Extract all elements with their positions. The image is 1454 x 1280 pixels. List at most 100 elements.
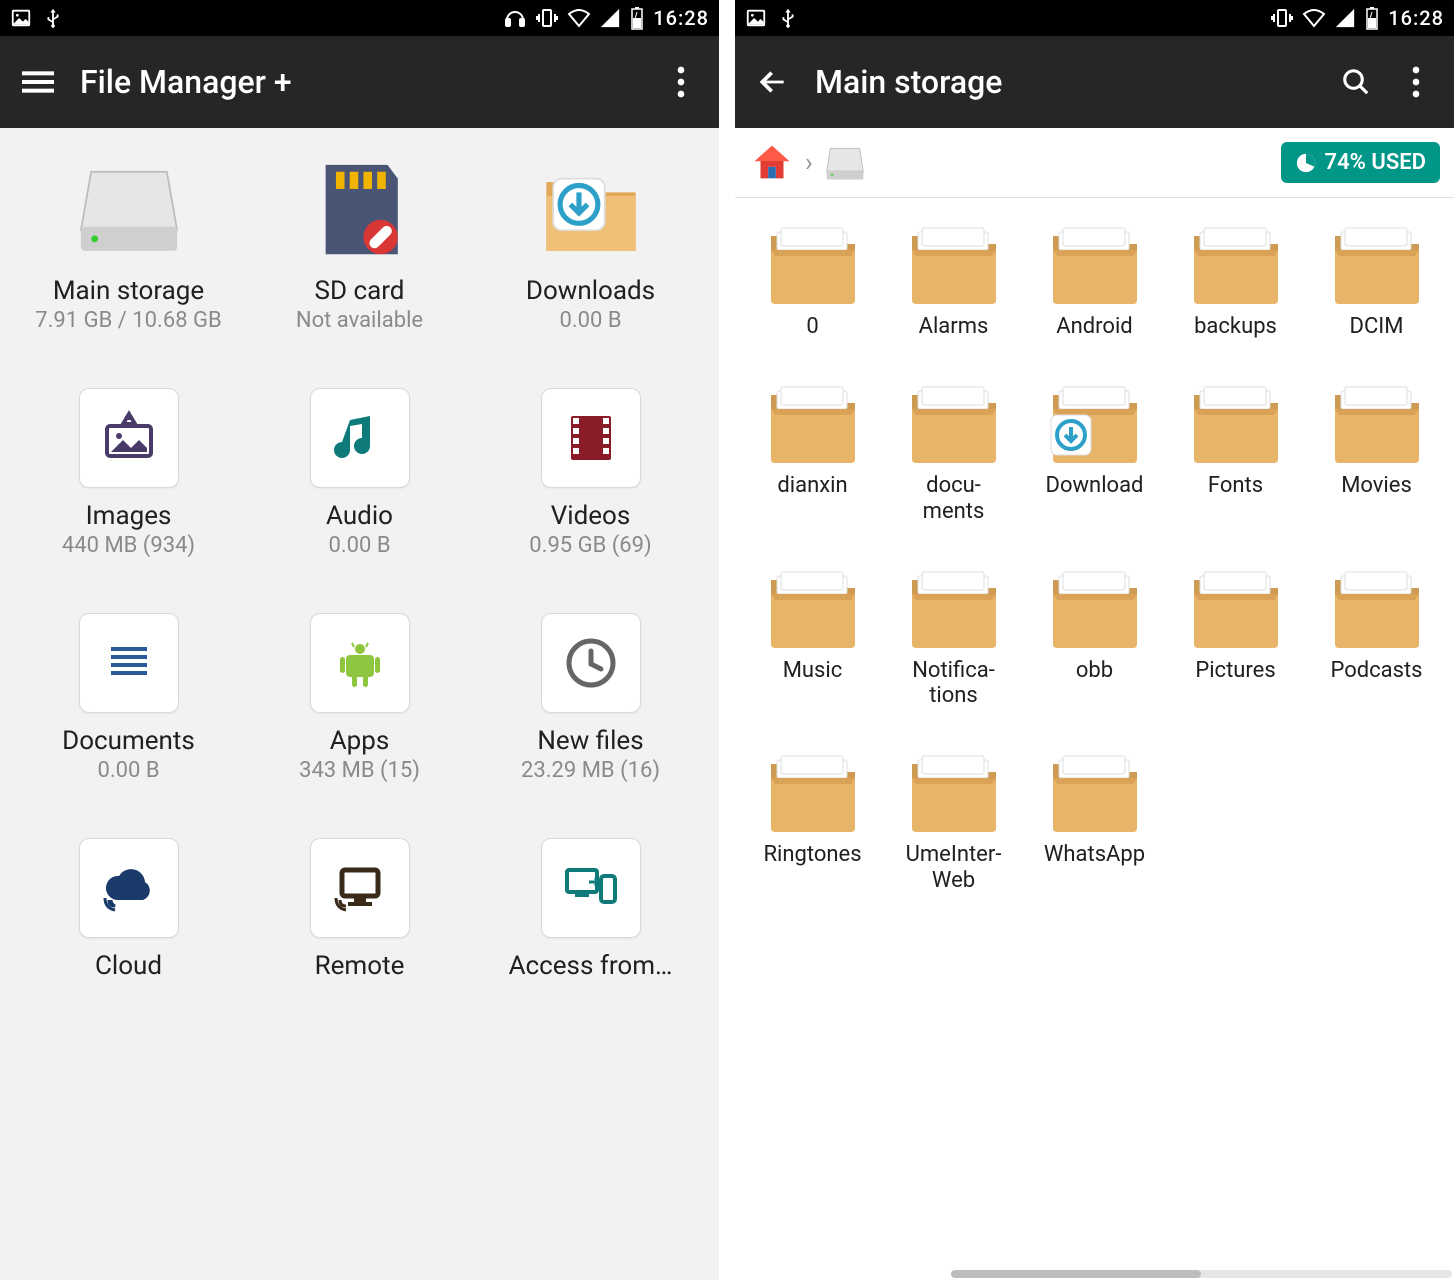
folder-icon [904, 218, 1004, 308]
tile-download-folder[interactable]: Downloads0.00 B [480, 158, 701, 333]
tile-label: Documents [62, 726, 195, 756]
tile-images[interactable]: Images440 MB (934) [18, 383, 239, 558]
status-bar: 16:28 [0, 0, 719, 36]
usb-icon [42, 7, 64, 29]
folder-item[interactable]: DCIM [1309, 218, 1444, 339]
back-icon[interactable] [755, 64, 791, 100]
drive-icon [74, 158, 184, 268]
usage-text: 74% USED [1325, 150, 1426, 175]
vibrate-icon [535, 6, 559, 30]
folder-item[interactable]: docu­ments [886, 377, 1021, 524]
home-icon[interactable] [749, 140, 795, 186]
tile-label: Downloads [526, 276, 655, 306]
tile-apps[interactable]: Apps343 MB (15) [249, 608, 470, 783]
signal-icon [1334, 7, 1356, 29]
wifi-icon [567, 6, 591, 30]
app-bar: Main storage [735, 36, 1454, 128]
tile-label: New files [537, 726, 643, 756]
status-time: 16:28 [1388, 6, 1444, 30]
folder-item[interactable]: WhatsApp [1027, 746, 1162, 893]
drive-icon[interactable] [823, 141, 867, 185]
folder-item[interactable]: Podcasts [1309, 562, 1444, 709]
tile-subtitle: 343 MB (15) [299, 758, 420, 783]
folder-item[interactable]: Download [1027, 377, 1162, 524]
folder-item[interactable]: Movies [1309, 377, 1444, 524]
folder-label: 0 [806, 314, 818, 339]
folder-icon [1327, 562, 1427, 652]
folder-icon [1045, 562, 1145, 652]
tile-remote[interactable]: Remote [249, 833, 470, 981]
tile-sdcard[interactable]: SD cardNot available [249, 158, 470, 333]
remote-icon [328, 856, 392, 920]
status-bar: 16:28 [735, 0, 1454, 36]
folder-item[interactable]: Alarms [886, 218, 1021, 339]
folder-item[interactable]: 0 [745, 218, 880, 339]
tile-clock[interactable]: New files23.29 MB (16) [480, 608, 701, 783]
tile-documents[interactable]: Documents0.00 B [18, 608, 239, 783]
folder-label: Movies [1341, 473, 1412, 498]
tile-subtitle: 0.00 B [559, 308, 621, 333]
tile-drive[interactable]: Main storage7.91 GB / 10.68 GB [18, 158, 239, 333]
tile-label: Cloud [95, 951, 162, 981]
clock-icon [559, 631, 623, 695]
tile-subtitle: 7.91 GB / 10.68 GB [35, 308, 221, 333]
usb-icon [777, 7, 799, 29]
folder-item[interactable]: dianxin [745, 377, 880, 524]
screen-storage: 16:28 Main storage › 74% USED [727, 0, 1454, 1280]
app-title: Main storage [815, 63, 1314, 101]
tile-subtitle: 0.95 GB (69) [529, 533, 651, 558]
folder-icon [763, 562, 863, 652]
folder-icon [1045, 218, 1145, 308]
storage-content: 0 Alarms Android backups DCIM dianxin [735, 198, 1454, 1280]
folder-icon [904, 377, 1004, 467]
tile-label: Apps [330, 726, 390, 756]
cloud-icon [97, 856, 161, 920]
folder-icon [904, 562, 1004, 652]
tile-video[interactable]: Videos0.95 GB (69) [480, 383, 701, 558]
folder-icon [904, 746, 1004, 836]
breadcrumb: › 74% USED [735, 128, 1454, 198]
tile-access[interactable]: Access from… [480, 833, 701, 981]
tile-subtitle: Not available [296, 308, 423, 333]
folder-item[interactable]: Music [745, 562, 880, 709]
access-icon [559, 856, 623, 920]
folder-item[interactable]: obb [1027, 562, 1162, 709]
folder-item[interactable]: Android [1027, 218, 1162, 339]
more-menu-icon[interactable] [663, 64, 699, 100]
folder-item[interactable]: Notifica­tions [886, 562, 1021, 709]
folder-label: Notifica­tions [899, 658, 1009, 709]
battery-icon [629, 6, 645, 30]
folder-item[interactable]: UmeInter­Web [886, 746, 1021, 893]
folder-label: Pictures [1195, 658, 1275, 683]
screen-home: 16:28 File Manager + Main storage7.91 GB… [0, 0, 727, 1280]
folder-label: Download [1046, 473, 1144, 498]
folder-label: dianxin [777, 473, 847, 498]
folder-item[interactable]: Fonts [1168, 377, 1303, 524]
folder-label: UmeInter­Web [899, 842, 1009, 893]
tile-audio[interactable]: Audio0.00 B [249, 383, 470, 558]
search-icon[interactable] [1338, 64, 1374, 100]
tile-label: Videos [551, 501, 631, 531]
folder-icon [1186, 218, 1286, 308]
tile-label: Images [86, 501, 172, 531]
folder-item[interactable]: Pictures [1168, 562, 1303, 709]
scrollbar[interactable] [951, 1270, 1452, 1278]
folder-label: Fonts [1208, 473, 1263, 498]
folder-item[interactable]: backups [1168, 218, 1303, 339]
scrollbar-thumb[interactable] [951, 1270, 1202, 1278]
tile-label: Access from… [509, 951, 673, 981]
folder-label: obb [1076, 658, 1113, 683]
folder-item[interactable]: Ringtones [745, 746, 880, 893]
signal-icon [599, 7, 621, 29]
folder-label: Android [1056, 314, 1132, 339]
hamburger-menu-icon[interactable] [20, 64, 56, 100]
app-title: File Manager + [80, 63, 639, 101]
tile-cloud[interactable]: Cloud [18, 833, 239, 981]
images-icon [97, 406, 161, 470]
more-menu-icon[interactable] [1398, 64, 1434, 100]
folder-icon [1327, 377, 1427, 467]
folder-icon [1186, 562, 1286, 652]
image-icon [745, 7, 767, 29]
audio-icon [328, 406, 392, 470]
video-icon [559, 406, 623, 470]
